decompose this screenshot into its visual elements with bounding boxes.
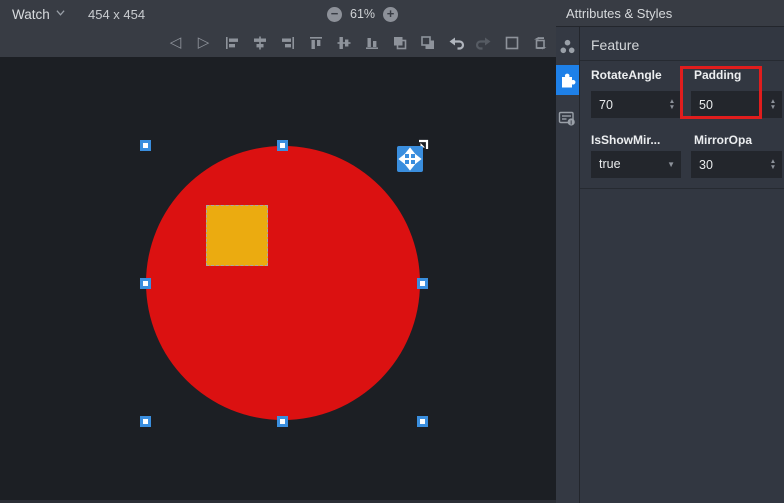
auto-resize-icon[interactable] (530, 33, 549, 52)
design-canvas[interactable] (0, 57, 556, 503)
component-group-icon[interactable] (556, 32, 579, 60)
selection-handle-bottom-right[interactable] (417, 416, 428, 427)
design-tool-window: Watch 454 x 454 − 61% + Attributes & Sty… (0, 0, 784, 503)
undo-icon[interactable] (446, 33, 465, 52)
selection-handle-middle-right[interactable] (417, 278, 428, 289)
previous-icon[interactable]: ◁ (166, 33, 185, 52)
padding-field: ▲ ▼ (691, 91, 782, 118)
selection-handle-bottom-left[interactable] (140, 416, 151, 427)
feature-tab-active[interactable] (556, 65, 579, 95)
element-info-icon[interactable]: i (556, 104, 579, 132)
align-left-icon[interactable] (222, 33, 241, 52)
zoom-level: 61% (350, 7, 375, 21)
square-shape[interactable] (206, 205, 268, 266)
isshowmirror-dropdown[interactable]: true ▼ (591, 151, 681, 178)
puzzle-icon (559, 72, 576, 89)
mirroropa-field: ▲ ▼ (691, 151, 782, 178)
canvas-toolbar: ◁ ▷ (0, 28, 556, 57)
dropdown-arrow-icon[interactable]: ▼ (667, 151, 675, 178)
feature-panel: Feature RotateAngle Padding ▲ ▼ ▲ ▼ IsSh… (579, 27, 784, 503)
device-dropdown[interactable]: Watch (12, 0, 65, 28)
spinner-down-icon[interactable]: ▼ (669, 105, 675, 111)
align-horizontal-center-icon[interactable] (250, 33, 269, 52)
selection-frame-icon[interactable] (502, 33, 521, 52)
align-vertical-center-icon[interactable] (334, 33, 353, 52)
circle-shape[interactable] (146, 146, 420, 420)
svg-text:i: i (570, 119, 572, 126)
selection-handle-bottom-center[interactable] (277, 416, 288, 427)
canvas-size-label: 454 x 454 (88, 0, 145, 28)
spinner-down-icon[interactable]: ▼ (770, 165, 776, 171)
section-title: Feature (591, 37, 639, 53)
move-tool-icon[interactable] (397, 146, 423, 172)
mirroropa-spinner[interactable]: ▲ ▼ (767, 151, 779, 178)
selection-handle-middle-left[interactable] (140, 278, 151, 289)
redo-icon[interactable] (474, 33, 493, 52)
spinner-down-icon[interactable]: ▼ (770, 105, 776, 111)
selection-handle-top-center[interactable] (277, 140, 288, 151)
rotateangle-spinner[interactable]: ▲ ▼ (666, 91, 678, 118)
top-bar: Watch 454 x 454 − 61% + Attributes & Sty… (0, 0, 784, 28)
next-icon[interactable]: ▷ (194, 33, 213, 52)
divider (580, 188, 784, 189)
divider (580, 60, 784, 61)
rotateangle-field: ▲ ▼ (591, 91, 681, 118)
isshowmirror-label: IsShowMir... (591, 133, 660, 147)
zoom-controls: − 61% + (327, 0, 398, 28)
bring-forward-icon[interactable] (390, 33, 409, 52)
align-top-icon[interactable] (306, 33, 325, 52)
align-bottom-icon[interactable] (362, 33, 381, 52)
zoom-out-button[interactable]: − (327, 7, 342, 22)
attributes-panel-title: Attributes & Styles (566, 6, 672, 21)
align-right-icon[interactable] (278, 33, 297, 52)
padding-label: Padding (694, 68, 741, 82)
side-tab-strip: i (556, 27, 579, 503)
send-backward-icon[interactable] (418, 33, 437, 52)
padding-spinner[interactable]: ▲ ▼ (767, 91, 779, 118)
rotateangle-label: RotateAngle (591, 68, 662, 82)
selection-handle-top-left[interactable] (140, 140, 151, 151)
chevron-down-icon (56, 8, 65, 17)
zoom-in-button[interactable]: + (383, 7, 398, 22)
mirroropa-label: MirrorOpa (694, 133, 752, 147)
attributes-panel-header: Attributes & Styles (556, 0, 784, 27)
device-label: Watch (12, 7, 50, 22)
